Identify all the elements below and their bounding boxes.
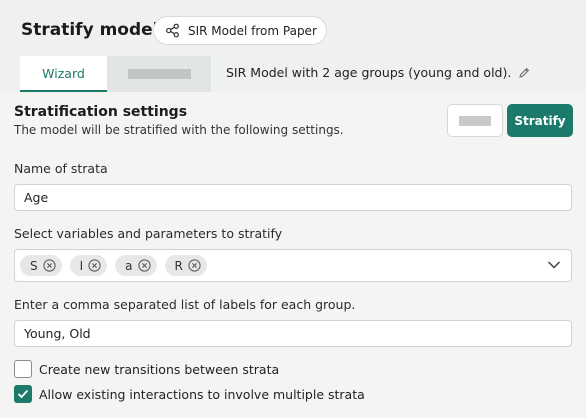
allow-interactions-option[interactable]: Allow existing interactions to involve m… <box>14 385 365 403</box>
tab-wizard[interactable]: Wizard <box>20 56 107 92</box>
redacted-label <box>127 69 191 79</box>
variables-label: Select variables and parameters to strat… <box>14 226 283 241</box>
variable-chip: a <box>115 255 157 276</box>
model-chip-label: SIR Model from Paper <box>188 23 317 38</box>
strata-name-label: Name of strata <box>14 161 108 176</box>
remove-icon[interactable] <box>88 259 101 272</box>
remove-icon[interactable] <box>188 259 201 272</box>
variable-chip-label: I <box>79 258 84 273</box>
stratify-button[interactable]: Stratify <box>507 104 573 137</box>
chevron-down-icon[interactable] <box>547 260 561 270</box>
page-title: Stratify model <box>21 20 159 40</box>
model-description: SIR Model with 2 age groups (young and o… <box>226 65 530 80</box>
model-description-text: SIR Model with 2 age groups (young and o… <box>226 65 512 80</box>
create-transitions-label: Create new transitions between strata <box>39 361 280 377</box>
variable-chip: R <box>164 255 207 276</box>
group-labels-input[interactable]: Young, Old <box>14 320 572 347</box>
model-chip[interactable]: SIR Model from Paper <box>153 16 327 45</box>
pencil-icon[interactable] <box>518 67 530 79</box>
allow-interactions-checkbox[interactable] <box>14 385 32 403</box>
variable-chip-label: R <box>174 258 183 273</box>
allow-interactions-label: Allow existing interactions to involve m… <box>39 386 365 402</box>
variable-chip-label: a <box>125 258 133 273</box>
remove-icon[interactable] <box>43 259 56 272</box>
remove-icon[interactable] <box>137 259 151 272</box>
strata-name-input[interactable]: Age <box>14 184 572 211</box>
redacted-button-label <box>459 115 491 126</box>
variable-chip-label: S <box>30 258 38 273</box>
section-title: Stratification settings <box>14 104 188 120</box>
variable-chip: I <box>69 255 108 276</box>
create-transitions-option[interactable]: Create new transitions between strata <box>14 360 279 378</box>
tab-redacted[interactable] <box>107 56 211 92</box>
check-icon <box>17 389 29 399</box>
create-transitions-checkbox[interactable] <box>14 360 32 378</box>
redacted-button[interactable] <box>447 104 503 137</box>
share-icon <box>166 23 179 38</box>
variables-multiselect[interactable]: S I a R <box>14 249 572 282</box>
variable-chip: S <box>20 255 62 276</box>
tab-bar: Wizard <box>20 56 211 92</box>
section-subtitle: The model will be stratified with the fo… <box>14 123 344 137</box>
header: Stratify model SIR Model from Paper Wiza… <box>0 0 586 92</box>
group-labels-label: Enter a comma separated list of labels f… <box>14 297 356 312</box>
